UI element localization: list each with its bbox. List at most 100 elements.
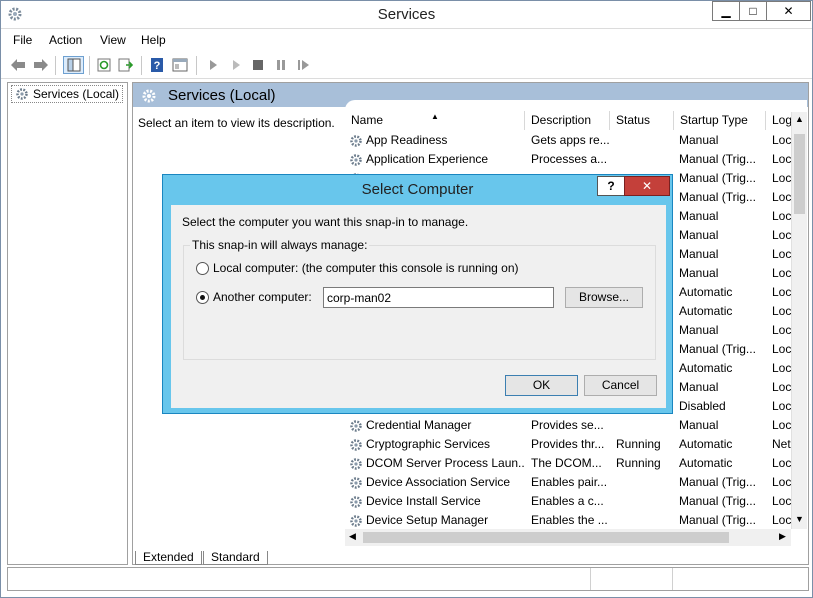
gear-icon (142, 89, 156, 103)
service-gear-icon (349, 134, 363, 148)
menu-file[interactable]: File (13, 33, 32, 47)
another-computer-label: Another computer: (213, 290, 312, 304)
start-service-alt-icon[interactable] (227, 56, 245, 74)
scroll-right-icon[interactable]: ▶ (779, 531, 786, 542)
service-name-cell: Application Experience (349, 150, 525, 169)
service-name-cell: Device Association Service (349, 473, 525, 492)
column-header-log-on-as[interactable]: Log (766, 111, 791, 130)
view-tabs: Extended Standard (133, 551, 808, 565)
computer-name-input[interactable] (323, 287, 554, 308)
service-name-cell: App Readiness (349, 131, 525, 150)
service-name: Cryptographic Services (366, 437, 491, 451)
service-startup-type: Manual (679, 323, 719, 337)
vertical-scroll-thumb[interactable] (794, 134, 805, 214)
service-startup-type: Manual (Trig... (679, 342, 756, 356)
forward-icon[interactable] (32, 56, 50, 74)
sort-ascending-icon: ▲ (431, 112, 439, 121)
back-icon[interactable] (9, 56, 27, 74)
scroll-up-icon[interactable]: ▲ (795, 114, 804, 124)
gear-icon (16, 88, 28, 100)
service-gear-icon (349, 476, 363, 490)
scroll-down-icon[interactable]: ▼ (795, 514, 804, 524)
service-startup-type: Manual (Trig... (679, 494, 756, 508)
service-startup-type: Manual (Trig... (679, 171, 756, 185)
console-tree: Services (Local) (7, 82, 128, 565)
menu-view[interactable]: View (100, 33, 126, 47)
browse-button[interactable]: Browse... (565, 287, 643, 308)
service-name-cell: Device Install Service (349, 492, 525, 511)
dialog-title: Select Computer (361, 181, 474, 198)
service-name: Device Association Service (366, 475, 511, 489)
dialog-prompt: Select the computer you want this snap-i… (182, 215, 469, 229)
cancel-button[interactable]: Cancel (584, 375, 657, 396)
service-status: Running (616, 437, 661, 451)
menu-help[interactable]: Help (141, 33, 166, 47)
service-startup-type: Automatic (679, 304, 733, 318)
horizontal-scroll-thumb[interactable] (363, 532, 729, 543)
service-row[interactable]: Application Experience Processes a... Manu… (345, 150, 805, 169)
service-row[interactable]: Device Association Service Enables pair..… (345, 473, 805, 492)
pause-service-icon[interactable] (272, 56, 290, 74)
start-service-icon[interactable] (204, 56, 222, 74)
service-gear-icon (349, 153, 363, 167)
service-status (616, 473, 676, 492)
dialog-body: Select the computer you want this snap-i… (171, 205, 666, 408)
service-name: DCOM Server Process Laun... (366, 456, 525, 470)
minimize-button[interactable]: ▁ (712, 1, 740, 21)
service-row[interactable]: DCOM Server Process Laun... The DCOM... Ru… (345, 454, 805, 473)
service-description: The DCOM... (531, 456, 602, 470)
toolbar-separator (141, 56, 142, 75)
stop-service-icon[interactable] (249, 56, 267, 74)
close-button[interactable]: ✕ (766, 1, 811, 21)
scroll-left-icon[interactable]: ◀ (349, 531, 356, 542)
service-startup-type: Manual (679, 266, 719, 280)
restart-service-icon[interactable] (295, 56, 313, 74)
help-icon[interactable]: ? (148, 56, 166, 74)
service-startup-type: Manual (679, 209, 719, 223)
another-computer-radio[interactable] (196, 290, 209, 304)
vertical-scrollbar[interactable]: ▲ ▼ (791, 112, 807, 529)
dialog-close-button[interactable]: ✕ (624, 176, 670, 196)
export-list-icon[interactable] (117, 56, 135, 74)
service-name: Device Setup Manager (366, 513, 489, 527)
service-row[interactable]: App Readiness Gets apps re... Manual Loc (345, 131, 805, 150)
tab-standard[interactable]: Standard (203, 551, 268, 565)
service-startup-type: Automatic (679, 285, 733, 299)
toolbar: ? (1, 52, 812, 79)
service-row[interactable]: Credential Manager Provides se... Manual Lo… (345, 416, 805, 435)
service-startup-type: Manual (679, 418, 719, 432)
status-divider (672, 568, 673, 590)
properties-icon[interactable] (171, 56, 189, 74)
service-row[interactable]: Device Setup Manager Enables the ... Manua… (345, 511, 805, 530)
column-header-description[interactable]: Description (525, 111, 610, 130)
column-header-startup-type[interactable]: Startup Type (674, 111, 766, 130)
local-computer-option[interactable]: Local computer: (the computer this conso… (196, 260, 519, 276)
service-name-cell: Credential Manager (349, 416, 525, 435)
service-name-cell: Device Setup Manager (349, 511, 525, 530)
column-header-status[interactable]: Status (610, 111, 674, 130)
service-startup-type: Manual (Trig... (679, 190, 756, 204)
menu-action[interactable]: Action (49, 33, 82, 47)
select-computer-dialog: Select Computer ? ✕ Select the computer … (162, 174, 673, 414)
menu-bar: File Action View Help (1, 30, 812, 52)
service-startup-type: Automatic (679, 361, 733, 375)
status-divider (590, 568, 591, 590)
service-row[interactable]: Device Install Service Enables a c... Manu… (345, 492, 805, 511)
tree-item-services-local[interactable]: Services (Local) (11, 85, 124, 103)
dialog-help-button[interactable]: ? (597, 176, 625, 196)
service-gear-icon (349, 514, 363, 528)
ok-button[interactable]: OK (505, 375, 578, 396)
horizontal-scrollbar[interactable]: ◀ ▶ (345, 529, 791, 546)
service-status (616, 150, 676, 169)
service-description: Enables a c... (531, 494, 604, 508)
title-bar: Services ▁ □ ✕ (1, 1, 812, 29)
service-description: Processes a... (531, 152, 608, 166)
local-computer-radio[interactable] (196, 261, 209, 275)
service-row[interactable]: Cryptographic Services Provides thr... Run… (345, 435, 805, 454)
refresh-icon[interactable] (95, 56, 113, 74)
service-startup-type: Manual (Trig... (679, 152, 756, 166)
show-hide-tree-icon[interactable] (63, 56, 84, 74)
tab-extended[interactable]: Extended (135, 551, 202, 565)
maximize-button[interactable]: □ (739, 1, 767, 21)
another-computer-option[interactable]: Another computer: (196, 289, 312, 305)
